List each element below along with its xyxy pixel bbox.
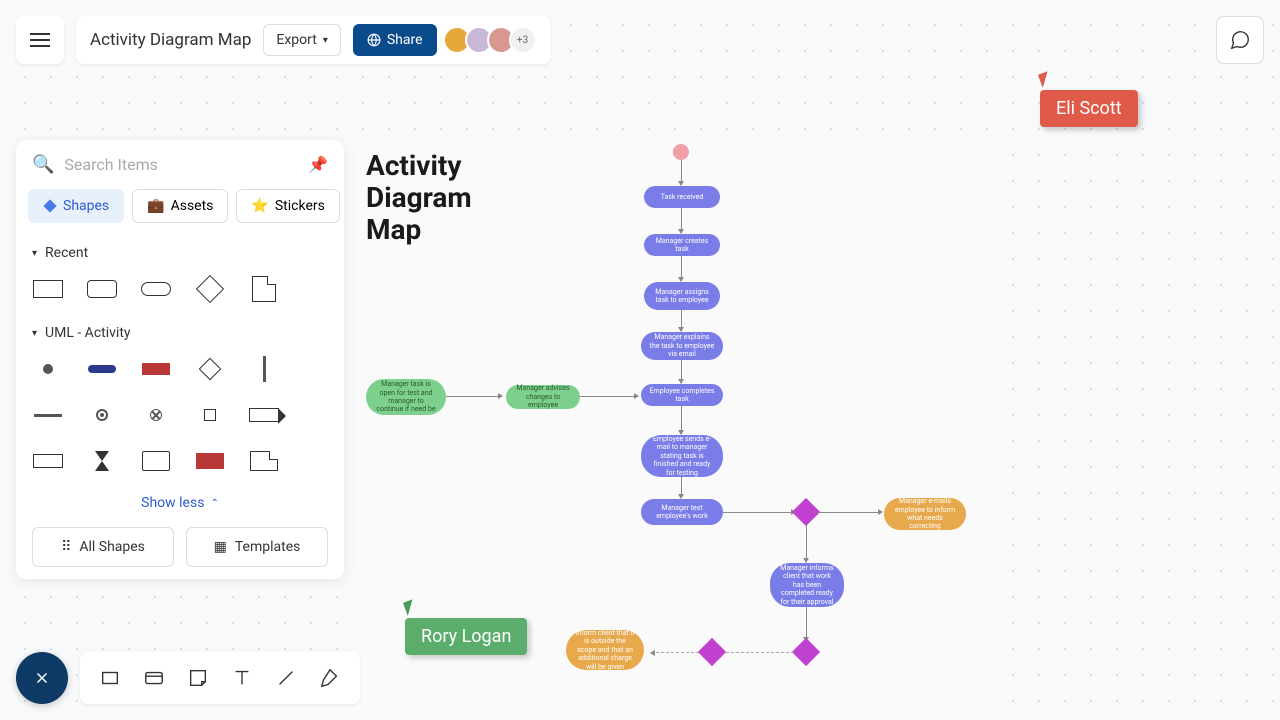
shape-package[interactable] [248,449,280,473]
shape-fork-vertical[interactable] [248,357,280,381]
decision-node[interactable] [698,638,726,666]
shape-time-event[interactable] [86,449,118,473]
avatar-more[interactable]: +3 [509,26,537,54]
show-less-button[interactable]: Show less⌃ [16,487,344,527]
flow-node[interactable]: Manager e-mails employee to inform what … [884,498,966,530]
shape-datastore[interactable] [194,449,226,473]
canvas-title[interactable]: Activity Diagram Map [366,150,472,247]
shape-activity[interactable] [86,357,118,381]
start-node[interactable] [673,144,689,160]
tab-assets[interactable]: 💼Assets [132,189,228,223]
close-fab-button[interactable] [16,652,68,704]
tool-card[interactable] [140,664,168,692]
shape-object[interactable] [140,357,172,381]
collaborator-cursor-eli: Eli Scott [1040,72,1138,127]
tool-strip [80,652,360,704]
flow-node[interactable]: Employee sends e-mail to manager stating… [641,435,723,477]
flow-node[interactable]: Manager informs client that work has bee… [770,563,844,607]
tool-rectangle[interactable] [96,664,124,692]
search-icon: 🔍 [32,154,54,175]
search-input[interactable] [64,155,298,174]
flow-node[interactable]: Manager assigns task to employee [644,282,720,310]
pin-icon[interactable]: 📌 [308,155,328,174]
shape-action[interactable] [194,403,226,427]
section-uml-header[interactable]: ▾UML - Activity [16,315,344,351]
flow-node[interactable]: Employee completes task [641,384,723,406]
shape-diamond[interactable] [194,277,226,301]
flow-node[interactable]: Manager explains the task to employee vi… [641,332,723,360]
tool-pen[interactable] [316,664,344,692]
export-button[interactable]: Export▾ [263,24,340,56]
collaborator-cursor-rory: Rory Logan [405,600,527,655]
templates-button[interactable]: ▦Templates [186,527,328,567]
flow-node[interactable]: Manager advises changes to employee [506,385,580,409]
title-bar: Activity Diagram Map Export▾ Share +3 [76,16,551,64]
shape-initial-node[interactable] [32,357,64,381]
shape-rectangle[interactable] [32,277,64,301]
comments-button[interactable] [1216,16,1264,64]
tab-stickers[interactable]: ⭐Stickers [236,189,339,223]
shape-rounded-rect[interactable] [86,277,118,301]
shape-decision[interactable] [194,357,226,381]
document-title[interactable]: Activity Diagram Map [90,30,251,50]
tab-shapes[interactable]: Shapes [28,189,124,223]
shape-fork-horizontal[interactable] [32,403,64,427]
flow-node[interactable]: Manager creates task [644,234,720,256]
tool-text[interactable] [228,664,256,692]
tool-sticky-note[interactable] [184,664,212,692]
shape-send-signal[interactable] [248,403,280,427]
menu-button[interactable] [16,16,64,64]
decision-node[interactable] [792,498,820,526]
shapes-panel: 🔍 📌 Shapes 💼Assets ⭐Stickers ▾Recent ▾UM… [16,140,344,579]
flow-node[interactable]: Manager task is open for test and manage… [366,379,446,415]
shape-note[interactable] [248,277,280,301]
shape-region[interactable] [140,449,172,473]
share-button[interactable]: Share [353,24,437,56]
all-shapes-button[interactable]: ⠿All Shapes [32,527,174,567]
shape-pill[interactable] [140,277,172,301]
flow-node[interactable]: Manager test employee's work [641,499,723,525]
flow-node[interactable]: Inform client that it is outside the sco… [566,630,644,670]
tool-line[interactable] [272,664,300,692]
section-recent-header[interactable]: ▾Recent [16,235,344,271]
collaborator-avatars[interactable]: +3 [449,26,537,54]
flow-node[interactable]: Task received [644,186,720,208]
shape-flow-final[interactable] [140,403,172,427]
shape-receive-signal[interactable] [32,449,64,473]
shape-final-node[interactable] [86,403,118,427]
decision-node[interactable] [792,638,820,666]
